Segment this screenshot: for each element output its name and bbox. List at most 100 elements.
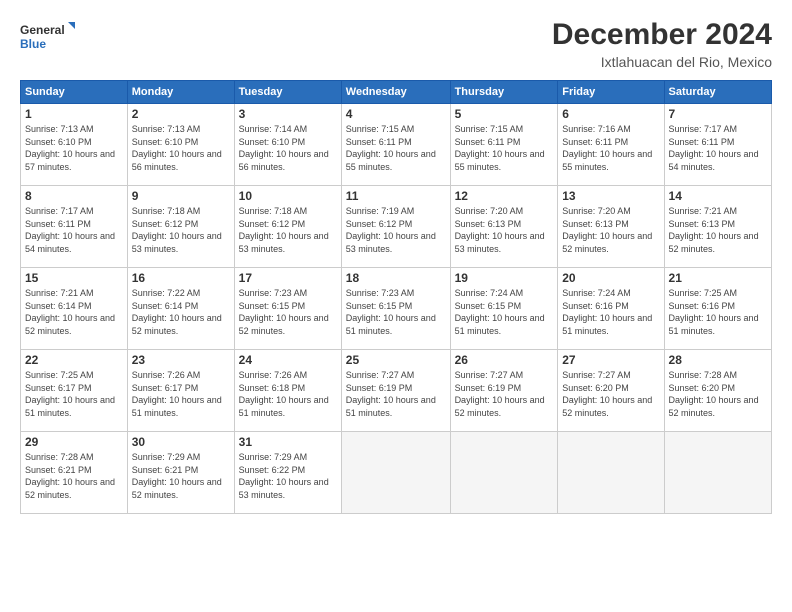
calendar-cell: 27 Sunrise: 7:27 AMSunset: 6:20 PMDaylig…: [558, 350, 664, 432]
calendar-cell: [341, 432, 450, 514]
svg-text:Blue: Blue: [20, 37, 46, 51]
day-number: 8: [25, 189, 123, 203]
calendar-week-row: 22 Sunrise: 7:25 AMSunset: 6:17 PMDaylig…: [21, 350, 772, 432]
day-detail: Sunrise: 7:17 AMSunset: 6:11 PMDaylight:…: [669, 124, 759, 172]
calendar-cell: 16 Sunrise: 7:22 AMSunset: 6:14 PMDaylig…: [127, 268, 234, 350]
day-number: 21: [669, 271, 767, 285]
calendar-cell: 11 Sunrise: 7:19 AMSunset: 6:12 PMDaylig…: [341, 186, 450, 268]
day-detail: Sunrise: 7:27 AMSunset: 6:20 PMDaylight:…: [562, 370, 652, 418]
calendar-week-row: 8 Sunrise: 7:17 AMSunset: 6:11 PMDayligh…: [21, 186, 772, 268]
calendar-cell: 7 Sunrise: 7:17 AMSunset: 6:11 PMDayligh…: [664, 104, 771, 186]
day-detail: Sunrise: 7:18 AMSunset: 6:12 PMDaylight:…: [239, 206, 329, 254]
day-detail: Sunrise: 7:17 AMSunset: 6:11 PMDaylight:…: [25, 206, 115, 254]
day-number: 30: [132, 435, 230, 449]
col-header-tuesday: Tuesday: [234, 81, 341, 104]
day-number: 5: [455, 107, 554, 121]
day-detail: Sunrise: 7:25 AMSunset: 6:16 PMDaylight:…: [669, 288, 759, 336]
day-number: 1: [25, 107, 123, 121]
day-number: 29: [25, 435, 123, 449]
header: General Blue December 2024 Ixtlahuacan d…: [20, 18, 772, 70]
logo-svg: General Blue: [20, 18, 75, 58]
day-number: 11: [346, 189, 446, 203]
calendar-cell: 18 Sunrise: 7:23 AMSunset: 6:15 PMDaylig…: [341, 268, 450, 350]
day-number: 12: [455, 189, 554, 203]
calendar-cell: 21 Sunrise: 7:25 AMSunset: 6:16 PMDaylig…: [664, 268, 771, 350]
day-detail: Sunrise: 7:24 AMSunset: 6:16 PMDaylight:…: [562, 288, 652, 336]
calendar-cell: [450, 432, 558, 514]
day-detail: Sunrise: 7:24 AMSunset: 6:15 PMDaylight:…: [455, 288, 545, 336]
calendar-cell: 17 Sunrise: 7:23 AMSunset: 6:15 PMDaylig…: [234, 268, 341, 350]
calendar-cell: 6 Sunrise: 7:16 AMSunset: 6:11 PMDayligh…: [558, 104, 664, 186]
day-number: 31: [239, 435, 337, 449]
day-number: 10: [239, 189, 337, 203]
calendar-cell: 5 Sunrise: 7:15 AMSunset: 6:11 PMDayligh…: [450, 104, 558, 186]
calendar-week-row: 29 Sunrise: 7:28 AMSunset: 6:21 PMDaylig…: [21, 432, 772, 514]
day-detail: Sunrise: 7:25 AMSunset: 6:17 PMDaylight:…: [25, 370, 115, 418]
day-number: 4: [346, 107, 446, 121]
day-number: 14: [669, 189, 767, 203]
calendar-cell: 4 Sunrise: 7:15 AMSunset: 6:11 PMDayligh…: [341, 104, 450, 186]
day-number: 24: [239, 353, 337, 367]
day-number: 25: [346, 353, 446, 367]
calendar-cell: 22 Sunrise: 7:25 AMSunset: 6:17 PMDaylig…: [21, 350, 128, 432]
day-number: 19: [455, 271, 554, 285]
day-detail: Sunrise: 7:26 AMSunset: 6:17 PMDaylight:…: [132, 370, 222, 418]
calendar-week-row: 1 Sunrise: 7:13 AMSunset: 6:10 PMDayligh…: [21, 104, 772, 186]
day-detail: Sunrise: 7:23 AMSunset: 6:15 PMDaylight:…: [239, 288, 329, 336]
col-header-friday: Friday: [558, 81, 664, 104]
calendar-cell: [664, 432, 771, 514]
day-number: 15: [25, 271, 123, 285]
calendar-cell: 3 Sunrise: 7:14 AMSunset: 6:10 PMDayligh…: [234, 104, 341, 186]
day-number: 23: [132, 353, 230, 367]
calendar-cell: 19 Sunrise: 7:24 AMSunset: 6:15 PMDaylig…: [450, 268, 558, 350]
col-header-saturday: Saturday: [664, 81, 771, 104]
logo: General Blue: [20, 18, 75, 58]
calendar-cell: 29 Sunrise: 7:28 AMSunset: 6:21 PMDaylig…: [21, 432, 128, 514]
calendar-cell: 2 Sunrise: 7:13 AMSunset: 6:10 PMDayligh…: [127, 104, 234, 186]
day-detail: Sunrise: 7:27 AMSunset: 6:19 PMDaylight:…: [455, 370, 545, 418]
day-detail: Sunrise: 7:20 AMSunset: 6:13 PMDaylight:…: [455, 206, 545, 254]
day-detail: Sunrise: 7:28 AMSunset: 6:21 PMDaylight:…: [25, 452, 115, 500]
day-number: 22: [25, 353, 123, 367]
calendar-cell: 23 Sunrise: 7:26 AMSunset: 6:17 PMDaylig…: [127, 350, 234, 432]
calendar-cell: 14 Sunrise: 7:21 AMSunset: 6:13 PMDaylig…: [664, 186, 771, 268]
day-detail: Sunrise: 7:13 AMSunset: 6:10 PMDaylight:…: [132, 124, 222, 172]
day-detail: Sunrise: 7:29 AMSunset: 6:21 PMDaylight:…: [132, 452, 222, 500]
calendar-cell: 1 Sunrise: 7:13 AMSunset: 6:10 PMDayligh…: [21, 104, 128, 186]
day-number: 3: [239, 107, 337, 121]
svg-text:General: General: [20, 23, 65, 37]
calendar-cell: 10 Sunrise: 7:18 AMSunset: 6:12 PMDaylig…: [234, 186, 341, 268]
calendar-cell: 24 Sunrise: 7:26 AMSunset: 6:18 PMDaylig…: [234, 350, 341, 432]
calendar-cell: 13 Sunrise: 7:20 AMSunset: 6:13 PMDaylig…: [558, 186, 664, 268]
calendar-cell: 30 Sunrise: 7:29 AMSunset: 6:21 PMDaylig…: [127, 432, 234, 514]
day-number: 9: [132, 189, 230, 203]
day-number: 17: [239, 271, 337, 285]
day-detail: Sunrise: 7:15 AMSunset: 6:11 PMDaylight:…: [455, 124, 545, 172]
col-header-monday: Monday: [127, 81, 234, 104]
calendar-table: SundayMondayTuesdayWednesdayThursdayFrid…: [20, 80, 772, 514]
calendar-cell: 31 Sunrise: 7:29 AMSunset: 6:22 PMDaylig…: [234, 432, 341, 514]
day-detail: Sunrise: 7:18 AMSunset: 6:12 PMDaylight:…: [132, 206, 222, 254]
calendar-cell: 25 Sunrise: 7:27 AMSunset: 6:19 PMDaylig…: [341, 350, 450, 432]
page: General Blue December 2024 Ixtlahuacan d…: [0, 0, 792, 612]
day-detail: Sunrise: 7:21 AMSunset: 6:13 PMDaylight:…: [669, 206, 759, 254]
day-number: 7: [669, 107, 767, 121]
day-detail: Sunrise: 7:13 AMSunset: 6:10 PMDaylight:…: [25, 124, 115, 172]
day-detail: Sunrise: 7:22 AMSunset: 6:14 PMDaylight:…: [132, 288, 222, 336]
calendar-cell: [558, 432, 664, 514]
day-detail: Sunrise: 7:23 AMSunset: 6:15 PMDaylight:…: [346, 288, 436, 336]
day-number: 20: [562, 271, 659, 285]
calendar-week-row: 15 Sunrise: 7:21 AMSunset: 6:14 PMDaylig…: [21, 268, 772, 350]
col-header-sunday: Sunday: [21, 81, 128, 104]
col-header-wednesday: Wednesday: [341, 81, 450, 104]
day-detail: Sunrise: 7:19 AMSunset: 6:12 PMDaylight:…: [346, 206, 436, 254]
calendar-cell: 15 Sunrise: 7:21 AMSunset: 6:14 PMDaylig…: [21, 268, 128, 350]
calendar-cell: 26 Sunrise: 7:27 AMSunset: 6:19 PMDaylig…: [450, 350, 558, 432]
day-number: 6: [562, 107, 659, 121]
day-detail: Sunrise: 7:29 AMSunset: 6:22 PMDaylight:…: [239, 452, 329, 500]
calendar-cell: 9 Sunrise: 7:18 AMSunset: 6:12 PMDayligh…: [127, 186, 234, 268]
day-number: 18: [346, 271, 446, 285]
day-detail: Sunrise: 7:27 AMSunset: 6:19 PMDaylight:…: [346, 370, 436, 418]
day-detail: Sunrise: 7:15 AMSunset: 6:11 PMDaylight:…: [346, 124, 436, 172]
sub-title: Ixtlahuacan del Rio, Mexico: [552, 54, 772, 70]
